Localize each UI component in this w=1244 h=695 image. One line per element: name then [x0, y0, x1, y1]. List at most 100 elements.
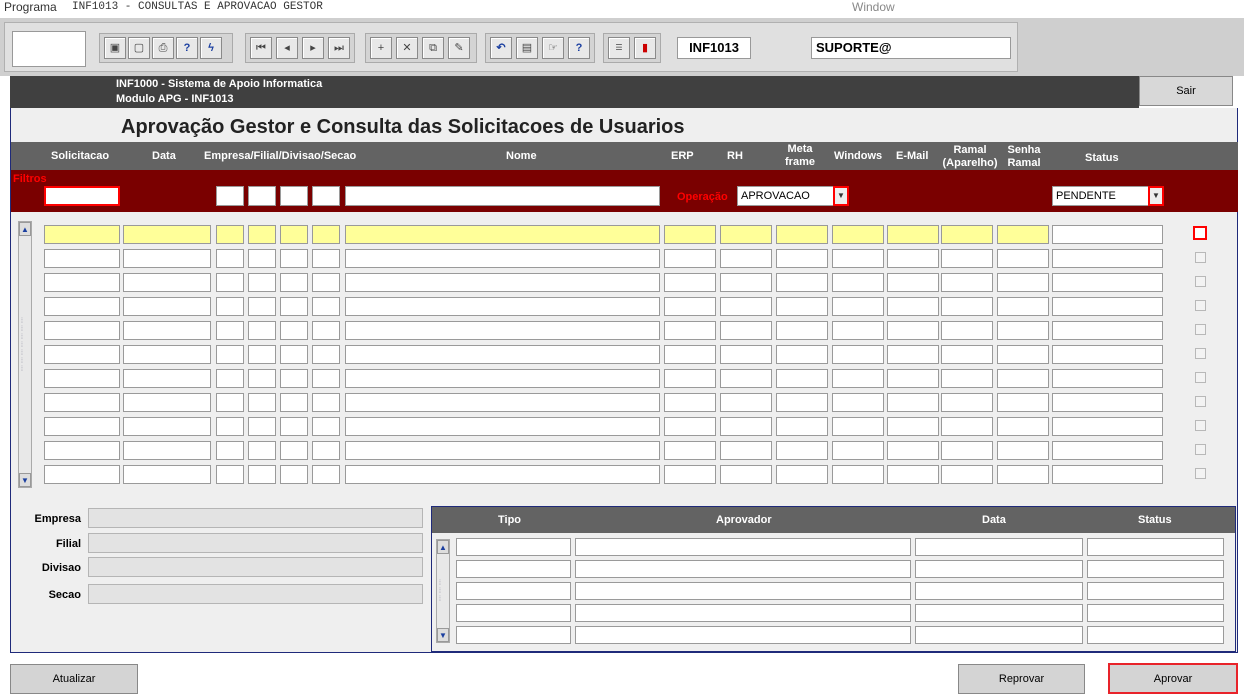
approval-cell-aprovador[interactable]	[575, 604, 911, 622]
cell-nome[interactable]	[345, 417, 660, 436]
cell-secao[interactable]	[312, 273, 340, 292]
cell-divisao[interactable]	[280, 465, 308, 484]
cell-divisao[interactable]	[280, 417, 308, 436]
approval-cell-tipo[interactable]	[456, 604, 571, 622]
cell-email[interactable]	[887, 321, 939, 340]
cell-windows[interactable]	[832, 393, 884, 412]
cell-solicitacao[interactable]	[44, 345, 120, 364]
approval-cell-data[interactable]	[915, 626, 1083, 644]
cell-email[interactable]	[887, 441, 939, 460]
cell-erp[interactable]	[664, 249, 716, 268]
cell-senha-ramal[interactable]	[997, 249, 1049, 268]
row-select-checkbox[interactable]	[1195, 468, 1206, 479]
filter-secao-input[interactable]	[312, 186, 340, 206]
cell-nome[interactable]	[345, 369, 660, 388]
cell-status[interactable]	[1052, 393, 1163, 412]
cell-data[interactable]	[123, 369, 211, 388]
filter-empresa-input[interactable]	[216, 186, 244, 206]
approval-cell-data[interactable]	[915, 582, 1083, 600]
approval-cell-status[interactable]	[1087, 560, 1224, 578]
cell-rh[interactable]	[720, 225, 772, 244]
cell-solicitacao[interactable]	[44, 321, 120, 340]
cell-email[interactable]	[887, 225, 939, 244]
cell-ramal[interactable]	[941, 417, 993, 436]
cell-empresa[interactable]	[216, 417, 244, 436]
cell-divisao[interactable]	[280, 273, 308, 292]
cell-solicitacao[interactable]	[44, 297, 120, 316]
cell-empresa[interactable]	[216, 225, 244, 244]
cell-senha-ramal[interactable]	[997, 297, 1049, 316]
approval-cell-aprovador[interactable]	[575, 582, 911, 600]
cell-divisao[interactable]	[280, 249, 308, 268]
cell-divisao[interactable]	[280, 345, 308, 364]
cell-erp[interactable]	[664, 273, 716, 292]
cell-secao[interactable]	[312, 297, 340, 316]
first-record-icon[interactable]: ⏮	[250, 37, 272, 59]
cell-empresa[interactable]	[216, 369, 244, 388]
cell-email[interactable]	[887, 249, 939, 268]
menu-window[interactable]: Window	[852, 0, 895, 14]
cell-solicitacao[interactable]	[44, 441, 120, 460]
approval-cell-status[interactable]	[1087, 582, 1224, 600]
cell-nome[interactable]	[345, 273, 660, 292]
cell-data[interactable]	[123, 393, 211, 412]
cell-filial[interactable]	[248, 297, 276, 316]
cell-email[interactable]	[887, 369, 939, 388]
cell-ramal[interactable]	[941, 273, 993, 292]
cell-solicitacao[interactable]	[44, 273, 120, 292]
cell-data[interactable]	[123, 321, 211, 340]
cell-windows[interactable]	[832, 225, 884, 244]
cell-erp[interactable]	[664, 225, 716, 244]
cell-rh[interactable]	[720, 249, 772, 268]
cell-senha-ramal[interactable]	[997, 345, 1049, 364]
approval-cell-status[interactable]	[1087, 538, 1224, 556]
grid-scrollbar[interactable]: ▲ ⁞ ⁞ ⁞ ⁞ ⁞ ⁞ ⁞ ▼	[18, 221, 32, 488]
next-record-icon[interactable]: ▸	[302, 37, 324, 59]
cell-filial[interactable]	[248, 345, 276, 364]
cell-rh[interactable]	[720, 417, 772, 436]
cell-senha-ramal[interactable]	[997, 441, 1049, 460]
row-select-checkbox[interactable]	[1195, 372, 1206, 383]
cell-metaframe[interactable]	[776, 249, 828, 268]
cell-erp[interactable]	[664, 321, 716, 340]
cell-senha-ramal[interactable]	[997, 273, 1049, 292]
filter-divisao-input[interactable]	[280, 186, 308, 206]
cell-solicitacao[interactable]	[44, 417, 120, 436]
approval-cell-status[interactable]	[1087, 626, 1224, 644]
approvals-scrollbar[interactable]: ▲ ⁞ ⁞ ⁞ ▼	[436, 539, 450, 643]
cell-senha-ramal[interactable]	[997, 321, 1049, 340]
approval-cell-tipo[interactable]	[456, 626, 571, 644]
cell-nome[interactable]	[345, 225, 660, 244]
approval-cell-status[interactable]	[1087, 604, 1224, 622]
cell-metaframe[interactable]	[776, 417, 828, 436]
scroll-up-icon[interactable]: ▲	[437, 540, 449, 554]
cell-email[interactable]	[887, 465, 939, 484]
cell-data[interactable]	[123, 249, 211, 268]
cell-email[interactable]	[887, 345, 939, 364]
scroll-up-icon[interactable]: ▲	[19, 222, 31, 236]
undo-icon[interactable]: ↶	[490, 37, 512, 59]
cell-filial[interactable]	[248, 441, 276, 460]
cell-email[interactable]	[887, 297, 939, 316]
cell-filial[interactable]	[248, 417, 276, 436]
cell-ramal[interactable]	[941, 225, 993, 244]
cell-windows[interactable]	[832, 249, 884, 268]
cell-ramal[interactable]	[941, 369, 993, 388]
approval-cell-data[interactable]	[915, 560, 1083, 578]
cell-status[interactable]	[1052, 465, 1163, 484]
cell-metaframe[interactable]	[776, 225, 828, 244]
printer-icon[interactable]: ⎙	[152, 37, 174, 59]
help-query-icon[interactable]: ?	[176, 37, 198, 59]
cell-ramal[interactable]	[941, 321, 993, 340]
cell-status[interactable]	[1052, 225, 1163, 244]
cell-secao[interactable]	[312, 345, 340, 364]
menu-icon[interactable]: ☰	[608, 37, 630, 59]
scroll-down-icon[interactable]: ▼	[19, 473, 31, 487]
cell-data[interactable]	[123, 417, 211, 436]
row-select-checkbox[interactable]	[1195, 252, 1206, 263]
cell-erp[interactable]	[664, 441, 716, 460]
cell-windows[interactable]	[832, 417, 884, 436]
row-select-checkbox[interactable]	[1195, 444, 1206, 455]
cell-secao[interactable]	[312, 417, 340, 436]
cell-empresa[interactable]	[216, 441, 244, 460]
